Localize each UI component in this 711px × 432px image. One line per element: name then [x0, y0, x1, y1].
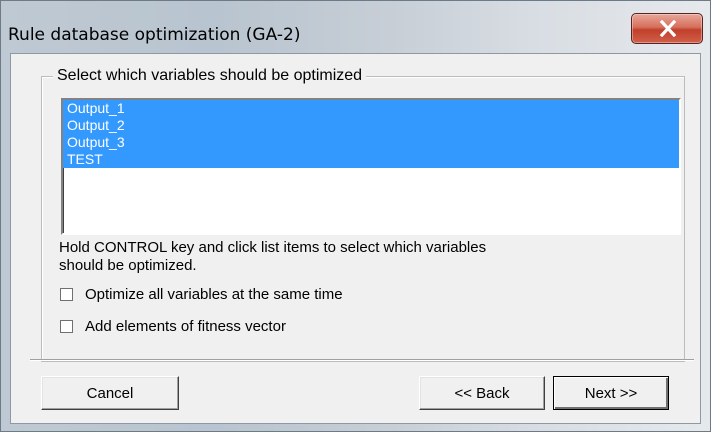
window-title: Rule database optimization (GA-2): [8, 25, 301, 45]
fitness-vector-checkbox[interactable]: [60, 319, 73, 333]
cancel-button[interactable]: Cancel: [41, 376, 179, 410]
variables-listbox[interactable]: Output_1 Output_2 Output_3 TEST: [61, 98, 681, 235]
list-item[interactable]: Output_2: [63, 117, 679, 134]
dialog-window: Rule database optimization (GA-2) Select…: [0, 0, 711, 432]
dialog-client-area: Select which variables should be optimiz…: [10, 53, 701, 424]
optimize-all-label: Optimize all variables at the same time: [85, 285, 343, 303]
next-button[interactable]: Next >>: [553, 376, 669, 410]
list-item[interactable]: Output_3: [63, 134, 679, 151]
group-legend: Select which variables should be optimiz…: [53, 67, 367, 85]
hint-line-2: should be optimized.: [59, 257, 197, 274]
separator: [30, 359, 694, 361]
fitness-vector-label: Add elements of fitness vector: [85, 317, 286, 335]
back-button[interactable]: << Back: [419, 376, 545, 410]
list-item[interactable]: Output_1: [63, 100, 679, 117]
selection-hint: Hold CONTROL key and click list items to…: [59, 239, 679, 275]
optimize-all-checkbox[interactable]: [60, 287, 73, 301]
close-icon: [659, 20, 677, 37]
title-bar[interactable]: Rule database optimization (GA-2): [1, 1, 711, 53]
list-item[interactable]: TEST: [63, 151, 679, 168]
close-button[interactable]: [631, 13, 703, 44]
hint-line-1: Hold CONTROL key and click list items to…: [59, 239, 487, 256]
optimize-all-option[interactable]: Optimize all variables at the same time: [60, 284, 343, 304]
fitness-vector-option[interactable]: Add elements of fitness vector: [60, 316, 286, 336]
